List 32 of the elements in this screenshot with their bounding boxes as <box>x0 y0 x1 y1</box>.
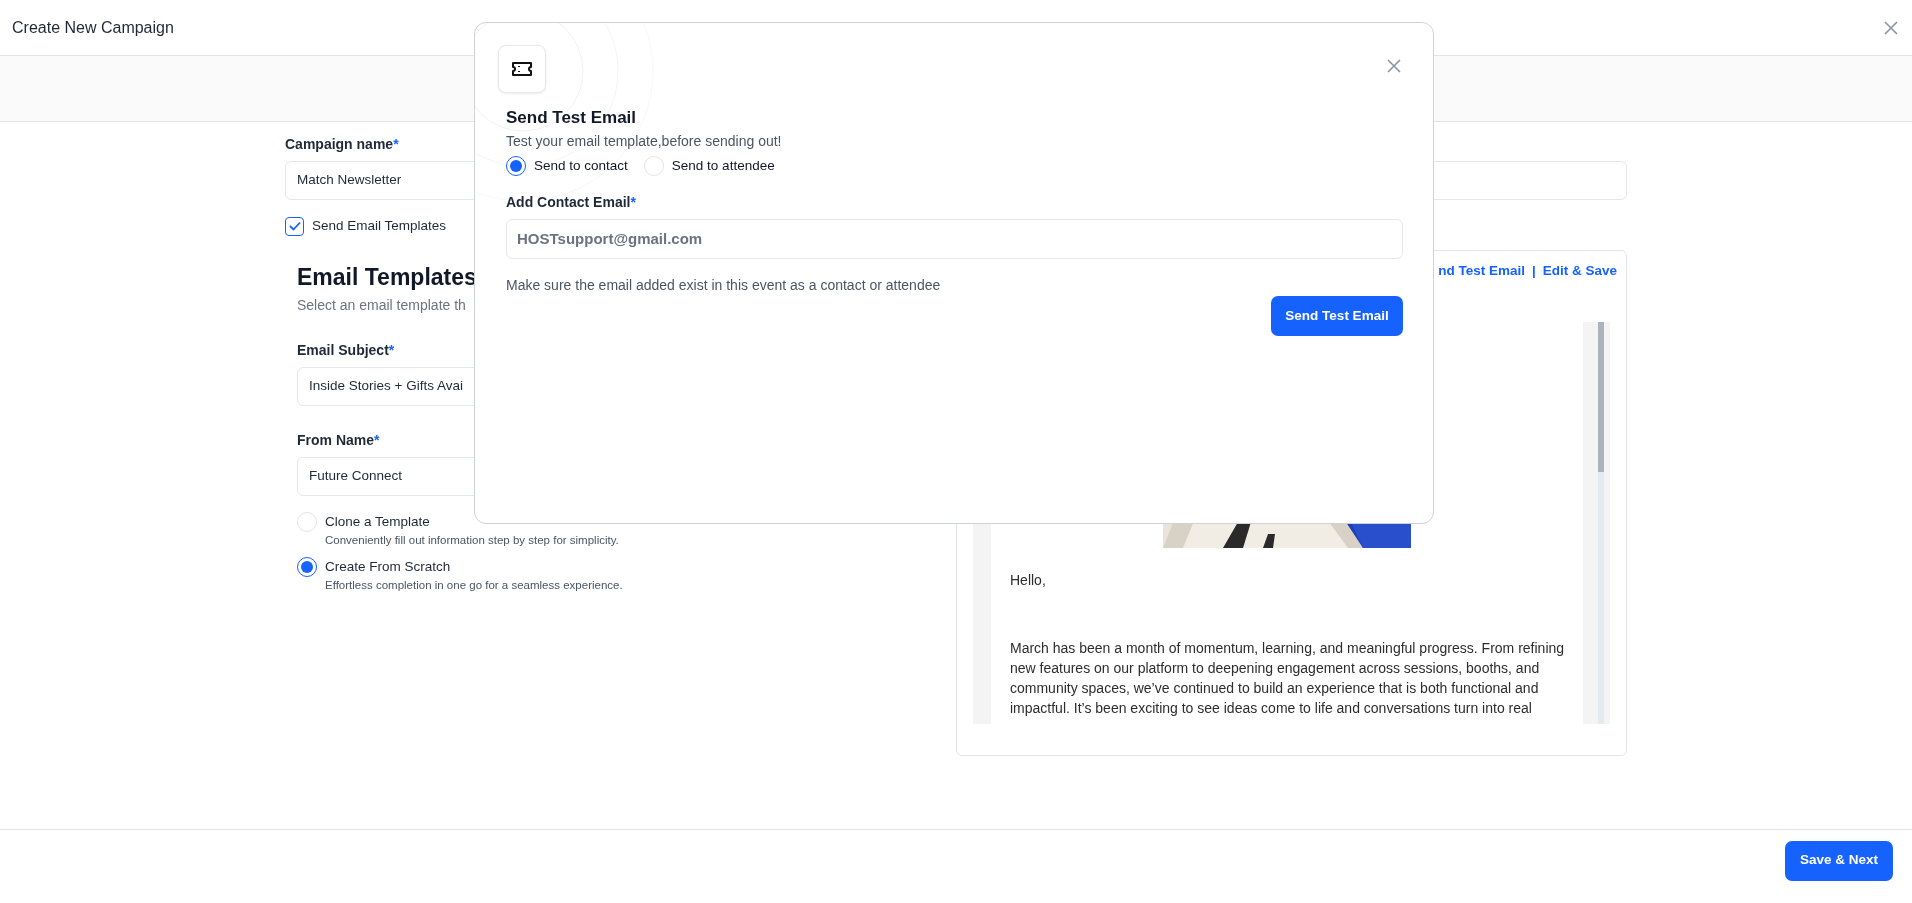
separator: | <box>1531 262 1536 281</box>
option-label: Clone a Template <box>325 512 431 531</box>
save-next-button[interactable]: Save & Next <box>1785 840 1893 881</box>
dialog-subtitle: Test your email template,before sending out! <box>506 131 783 151</box>
radio-label: Send to contact <box>534 156 628 175</box>
radio-button[interactable] <box>506 155 526 176</box>
ticket-icon <box>511 61 533 77</box>
section-heading: Email Templates <box>297 263 477 293</box>
dialog-title: Send Test Email <box>506 107 638 129</box>
option-description: Effortless completion in one go for a seamless experience. <box>325 578 623 593</box>
close-icon[interactable] <box>1882 18 1900 37</box>
field-label: Campaign name* <box>285 135 399 154</box>
field-label: Add Contact Email* <box>506 192 636 212</box>
checkbox-label: Send Email Templates <box>312 217 447 235</box>
scrollbar[interactable] <box>1598 321 1604 724</box>
send-test-email-button[interactable]: Send Test Email <box>1271 295 1403 336</box>
email-body-text: March has been a month of momentum, learning, and meaningful progress. From refining new features on our platform to deepening engagement across sessions, booths, and community spaces, we’ve continued to build an experience that is both functional and impactful. It’s been exciting to see ideas come to life and conversations turn into real <box>1010 639 1565 718</box>
option-label: Create From Scratch <box>325 558 452 576</box>
field-label: Email Subject* <box>297 340 395 360</box>
email-input-field[interactable]: HOSTsupport@gmail.com <box>506 218 1403 259</box>
preview-link[interactable]: Edit & Save <box>1542 261 1617 282</box>
preview-link[interactable]: nd Test Email <box>1438 261 1525 282</box>
page-title: Create New Campaign <box>12 17 174 38</box>
greeting-text: Hello, <box>1010 570 1046 590</box>
check-icon <box>288 221 301 232</box>
field-label: From Name* <box>297 430 380 450</box>
dialog-note: Make sure the email added exist in this event as a contact or attendee <box>506 275 942 295</box>
option-description: Conveniently fill out information step by step for simplicity. <box>325 532 619 548</box>
section-subtitle: Select an email template th <box>297 295 467 315</box>
radio-button[interactable] <box>297 557 317 577</box>
radio-label: Send to attendee <box>671 156 775 175</box>
checkbox[interactable] <box>285 216 304 236</box>
